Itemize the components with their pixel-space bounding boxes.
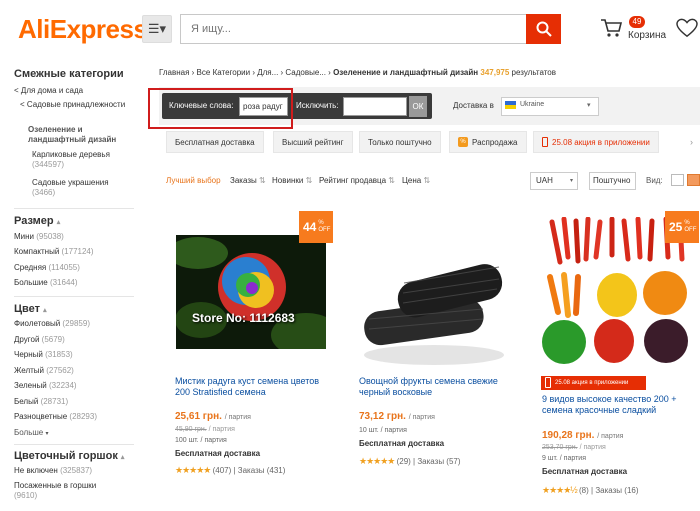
color-more-link[interactable]: Больше ▾	[14, 428, 48, 439]
divider	[14, 444, 134, 445]
ukraine-flag-icon	[505, 101, 516, 109]
category-menu-button[interactable]: ☰▾	[142, 15, 172, 43]
category-back-garden-supplies[interactable]: < Садовые принадлежности	[20, 100, 130, 110]
search-icon	[536, 21, 552, 37]
breadcrumb-path[interactable]: Главная › Все Категории › Для... › Садов…	[159, 68, 331, 77]
discount-badge: 44% OFF	[299, 211, 333, 243]
phone-icon	[545, 377, 551, 388]
chip-free-shipping[interactable]: Бесплатная доставка	[166, 131, 264, 153]
exclude-label: Исключить:	[296, 101, 339, 110]
rating-stars-icon: ★★★★★	[359, 456, 395, 466]
app-promo-label: 25.08 акция в приложении	[541, 376, 646, 390]
results-count: 347,975	[480, 68, 510, 77]
color-option[interactable]: Разноцветные (28293)	[14, 412, 97, 422]
chip-single-piece[interactable]: Только поштучно	[359, 131, 441, 153]
product-lot: 9 шт. / партия	[542, 455, 586, 462]
hamburger-icon: ☰▾	[147, 21, 167, 36]
store-watermark: Store No: 1112683	[192, 311, 295, 325]
rainbow-rose-image	[176, 235, 326, 349]
product-rating[interactable]: ★★★★½ (8) | Заказы (16)	[542, 485, 639, 496]
sort-orders[interactable]: Заказы ⇅	[230, 176, 266, 185]
divider	[14, 208, 134, 209]
color-filter-title[interactable]: Цвет ▴	[14, 303, 47, 315]
results-label: результатов	[511, 68, 556, 77]
product-rating[interactable]: ★★★★★ (407) | Заказы (431)	[175, 465, 285, 476]
pot-option[interactable]: Посаженные в горшки (9610)	[14, 481, 124, 501]
chip-sale[interactable]: % Распродажа	[449, 131, 527, 153]
product-shipping: Бесплатная доставка	[175, 449, 261, 458]
color-option[interactable]: Другой (5679)	[14, 335, 65, 345]
discount-badge: 25% OFF	[665, 211, 699, 243]
sort-best-match[interactable]: Лучший выбор	[166, 176, 221, 185]
product-title[interactable]: Овощной фрукты семена свежие черный воск…	[359, 376, 509, 398]
related-categories-title: Смежные категории	[14, 68, 124, 80]
sort-price[interactable]: Цена ⇅	[402, 176, 430, 185]
product-old-price: 253,70 грн. / партия	[542, 444, 606, 451]
exclude-input[interactable]	[343, 97, 407, 116]
per-unit-select[interactable]: Поштучно	[589, 172, 636, 190]
pot-option[interactable]: Не включен (325837)	[14, 466, 92, 476]
category-current: Озеленение и ландшафтный дизайн	[28, 125, 117, 144]
divider	[14, 296, 134, 297]
list-view-icon[interactable]	[687, 174, 700, 186]
product-lot: 10 шт. / партия	[359, 427, 407, 434]
sort-new[interactable]: Новинки ⇅	[272, 176, 312, 185]
product-price: 25,61 грн. / партия	[175, 411, 251, 422]
view-label: Вид:	[646, 176, 663, 185]
grid-view-icon[interactable]	[671, 174, 684, 186]
product-title[interactable]: 9 видов высокое качество 200 + семена кр…	[542, 394, 692, 416]
ship-to-country: Ukraine	[520, 101, 545, 108]
aliexpress-logo[interactable]: AliExpress™	[18, 14, 154, 45]
more-chips-icon[interactable]: ›	[690, 137, 693, 147]
sort-seller-rating[interactable]: Рейтинг продавца ⇅	[319, 176, 395, 185]
size-option[interactable]: Компактный (177124)	[14, 247, 94, 257]
product-title[interactable]: Мистик радуга куст семена цветов 200 Str…	[175, 376, 325, 398]
phone-icon	[542, 137, 548, 147]
product-shipping: Бесплатная доставка	[359, 439, 445, 448]
size-option[interactable]: Мини (95038)	[14, 232, 64, 242]
color-option[interactable]: Желтый (27562)	[14, 366, 74, 376]
product-rating[interactable]: ★★★★★ (29) | Заказы (57)	[359, 456, 461, 467]
category-back-home-garden[interactable]: < Для дома и сада	[14, 86, 83, 96]
size-option[interactable]: Большие (31644)	[14, 278, 78, 288]
product-old-price: 45,90 грн. / партия	[175, 426, 235, 433]
product-image[interactable]	[176, 235, 326, 349]
size-option[interactable]: Средняя (114055)	[14, 263, 80, 273]
black-corn-image	[359, 233, 509, 367]
rating-stars-icon: ★★★★★	[175, 465, 211, 475]
chip-app-promo[interactable]: 25.08 акция в приложении	[533, 131, 659, 153]
sidebar: Смежные категории < Для дома и сада < Са…	[14, 64, 134, 511]
breadcrumb: Главная › Все Категории › Для... › Садов…	[159, 68, 556, 77]
search-button[interactable]	[526, 14, 561, 44]
product-shipping: Бесплатная доставка	[542, 467, 628, 476]
keyword-ok-button[interactable]: ОК	[409, 96, 427, 117]
subcategory-item[interactable]: Садовые украшения (3466)	[32, 178, 137, 198]
rating-stars-icon: ★★★★½	[542, 485, 578, 495]
product-image[interactable]	[359, 233, 509, 367]
pot-filter-title[interactable]: Цветочный горшок ▴	[14, 450, 124, 462]
product-lot: 100 шт. / партия	[175, 437, 227, 444]
chip-top-rated[interactable]: Высший рейтинг	[273, 131, 353, 153]
color-option[interactable]: Черный (31853)	[14, 350, 73, 360]
currency-select[interactable]: UAH ▾	[530, 172, 578, 190]
highlight-outline	[148, 88, 293, 129]
sale-tag-icon: %	[458, 137, 468, 147]
chevron-down-icon: ▾	[587, 102, 591, 109]
search-input[interactable]	[180, 14, 526, 44]
size-filter-title[interactable]: Размер ▴	[14, 215, 60, 227]
ship-to-label: Доставка в	[453, 101, 494, 110]
cart-label[interactable]: Корзина	[628, 30, 666, 41]
color-option[interactable]: Белый (28731)	[14, 397, 68, 407]
product-price: 73,12 грн. / партия	[359, 411, 435, 422]
cart-icon[interactable]	[599, 16, 623, 40]
wishlist-heart-icon[interactable]	[676, 18, 698, 38]
cart-count-badge: 49	[629, 16, 645, 28]
breadcrumb-current: Озеленение и ландшафтный дизайн	[333, 68, 479, 77]
color-option[interactable]: Фиолетовый (29859)	[14, 319, 90, 329]
product-price: 190,28 грн. / партия	[542, 430, 624, 441]
subcategory-item[interactable]: Карликовые деревья (344597)	[32, 150, 137, 170]
color-option[interactable]: Зеленый (32234)	[14, 381, 77, 391]
